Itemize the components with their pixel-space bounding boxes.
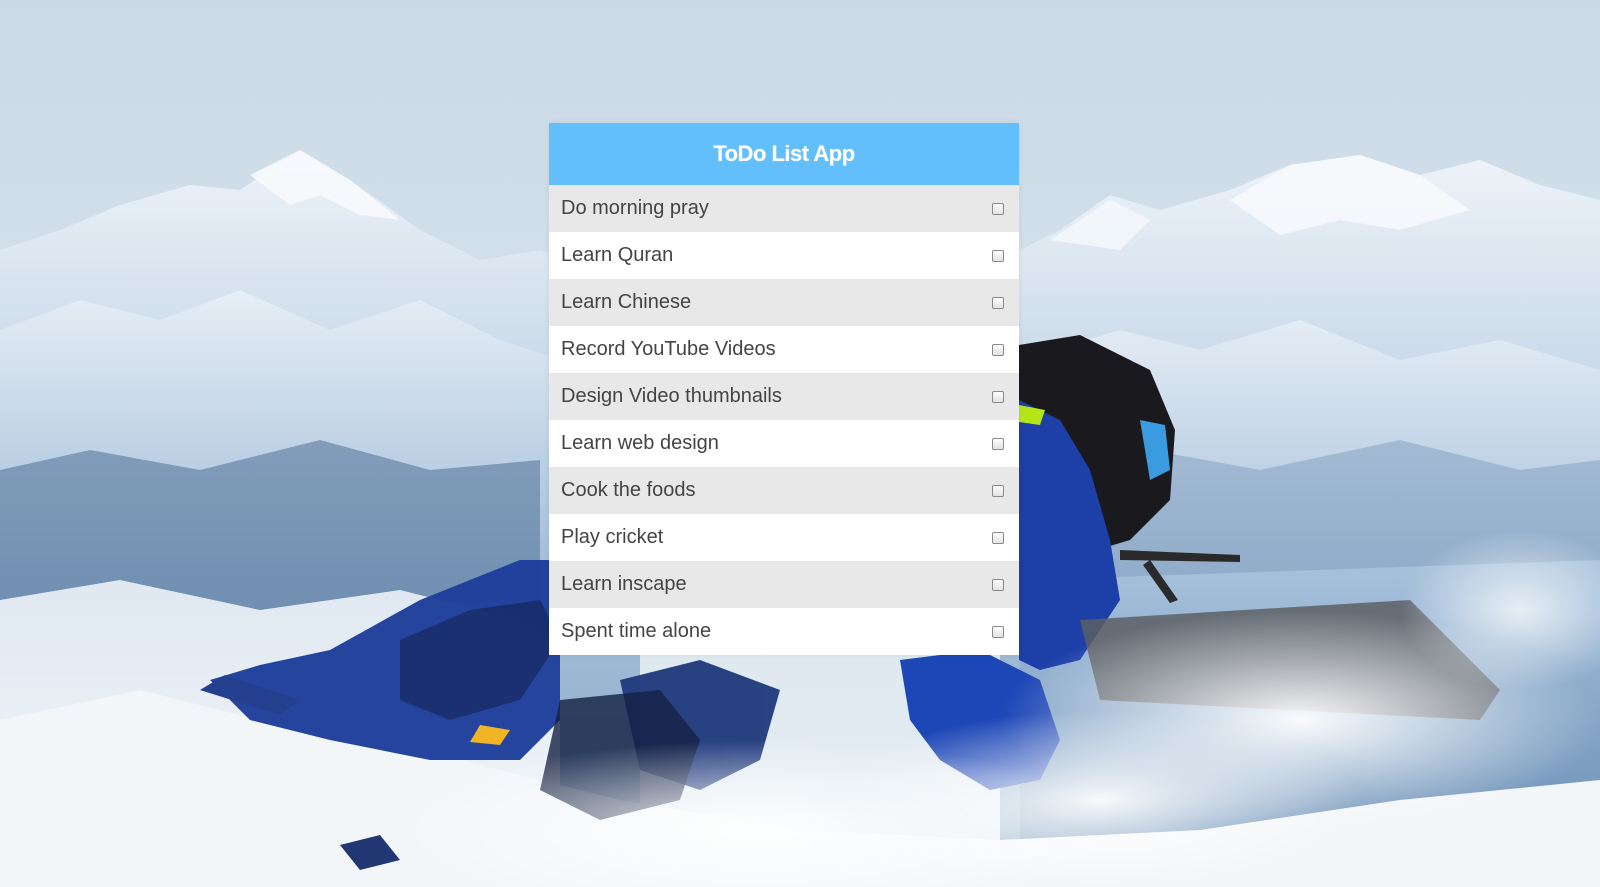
todo-checkbox[interactable] xyxy=(992,202,1004,215)
app-title: ToDo List App xyxy=(713,141,855,166)
todo-item[interactable]: Learn Quran xyxy=(549,232,1019,279)
todo-item[interactable]: Learn inscape xyxy=(549,561,1019,608)
todo-item-label: Cook the foods xyxy=(561,479,696,501)
todo-checkbox[interactable] xyxy=(992,484,1004,497)
todo-item[interactable]: Design Video thumbnails xyxy=(549,373,1019,420)
todo-item-label: Learn Chinese xyxy=(561,291,692,313)
todo-item[interactable]: Cook the foods xyxy=(549,467,1019,514)
todo-checkbox[interactable] xyxy=(992,578,1004,591)
todo-checkbox[interactable] xyxy=(992,531,1004,544)
todo-checkbox[interactable] xyxy=(992,390,1004,403)
todo-item[interactable]: Spent time alone xyxy=(549,608,1019,655)
todo-item[interactable]: Play cricket xyxy=(549,514,1019,561)
todo-checkbox[interactable] xyxy=(992,343,1004,356)
todo-checkbox[interactable] xyxy=(992,296,1004,309)
todo-item[interactable]: Learn web design xyxy=(549,420,1019,467)
todo-item-label: Do morning pray xyxy=(561,197,709,219)
todo-item[interactable]: Record YouTube Videos xyxy=(549,326,1019,373)
todo-item-label: Learn web design xyxy=(561,432,719,454)
todo-header: ToDo List App xyxy=(549,123,1019,185)
todo-checkbox[interactable] xyxy=(992,437,1004,450)
todo-checkbox[interactable] xyxy=(992,249,1004,262)
todo-item-label: Play cricket xyxy=(561,526,664,548)
todo-list: Do morning pray Learn Quran Learn Chines… xyxy=(549,185,1019,655)
todo-card: ToDo List App Do morning pray Learn Qura… xyxy=(549,123,1019,655)
todo-item[interactable]: Learn Chinese xyxy=(549,279,1019,326)
todo-item-label: Design Video thumbnails xyxy=(561,385,782,407)
todo-item-label: Spent time alone xyxy=(561,620,712,642)
todo-item[interactable]: Do morning pray xyxy=(549,185,1019,232)
todo-item-label: Learn inscape xyxy=(561,573,687,595)
todo-item-label: Learn Quran xyxy=(561,244,674,266)
todo-checkbox[interactable] xyxy=(992,625,1004,638)
todo-item-label: Record YouTube Videos xyxy=(561,338,776,360)
